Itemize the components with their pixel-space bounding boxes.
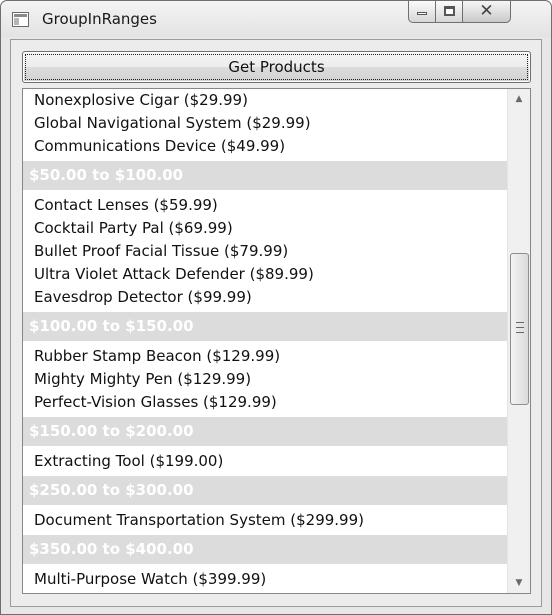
- get-products-button[interactable]: Get Products: [22, 51, 531, 83]
- minimize-icon: [417, 12, 427, 15]
- scroll-thumb[interactable]: [510, 253, 529, 405]
- list-item[interactable]: Extracting Tool ($199.00): [23, 450, 507, 473]
- list-item[interactable]: Communications Device ($49.99): [23, 135, 507, 158]
- list-item[interactable]: Rubber Stamp Beacon ($129.99): [23, 345, 507, 368]
- window-app-icon[interactable]: [12, 12, 29, 27]
- minimize-button[interactable]: [408, 1, 436, 23]
- caption-buttons: ✕: [408, 1, 547, 23]
- list-item[interactable]: Mighty Mighty Pen ($129.99): [23, 368, 507, 391]
- list-item[interactable]: Global Navigational System ($29.99): [23, 112, 507, 135]
- app-icon-bar: [14, 14, 27, 17]
- window-title: GroupInRanges: [42, 10, 157, 28]
- list-item[interactable]: Ultra Violet Attack Defender ($89.99): [23, 263, 507, 286]
- list-item[interactable]: Perfect-Vision Glasses ($129.99): [23, 391, 507, 414]
- scroll-grip-icon: [516, 322, 524, 333]
- list-item[interactable]: Multi-Purpose Watch ($399.99): [23, 568, 507, 591]
- group-header: $100.00 to $150.00: [23, 312, 507, 341]
- list-item[interactable]: Eavesdrop Detector ($99.99): [23, 286, 507, 309]
- list-content: Nonexplosive Cigar ($29.99) Global Navig…: [23, 89, 507, 591]
- maximize-button[interactable]: [436, 1, 463, 23]
- vertical-scrollbar[interactable]: ▲ ▼: [507, 89, 530, 593]
- scroll-down-arrow-icon[interactable]: ▼: [508, 573, 530, 593]
- products-listbox[interactable]: Nonexplosive Cigar ($29.99) Global Navig…: [22, 88, 531, 594]
- title-bar[interactable]: GroupInRanges ✕: [1, 1, 551, 37]
- app-icon-side: [14, 18, 19, 25]
- list-item[interactable]: Bullet Proof Facial Tissue ($79.99): [23, 240, 507, 263]
- group-header: $250.00 to $300.00: [23, 476, 507, 505]
- group-header: $350.00 to $400.00: [23, 535, 507, 564]
- scroll-up-arrow-icon[interactable]: ▲: [508, 89, 530, 109]
- list-item[interactable]: Cocktail Party Pal ($69.99): [23, 217, 507, 240]
- maximize-icon: [444, 6, 455, 16]
- group-header: $150.00 to $200.00: [23, 417, 507, 446]
- list-item[interactable]: Document Transportation System ($299.99): [23, 509, 507, 532]
- group-header: $50.00 to $100.00: [23, 161, 507, 190]
- main-window: GroupInRanges ✕ Get Products Nonexplosiv…: [0, 0, 552, 615]
- close-icon: ✕: [479, 1, 494, 21]
- list-item[interactable]: Contact Lenses ($59.99): [23, 194, 507, 217]
- client-area: Get Products Nonexplosive Cigar ($29.99)…: [10, 39, 542, 607]
- close-button[interactable]: ✕: [463, 1, 511, 23]
- list-item[interactable]: Nonexplosive Cigar ($29.99): [23, 89, 507, 112]
